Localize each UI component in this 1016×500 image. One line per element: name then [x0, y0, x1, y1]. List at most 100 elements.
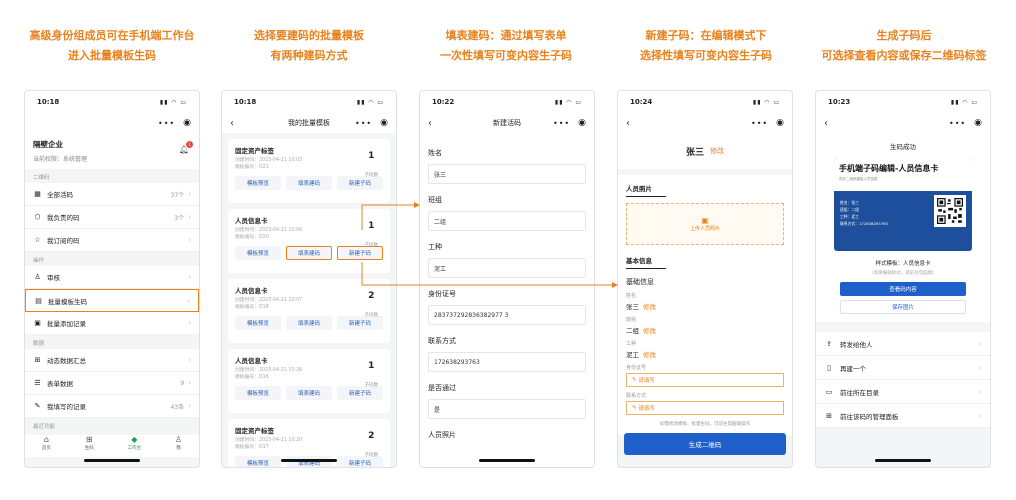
more-icon[interactable]: •••	[355, 119, 372, 128]
field-input[interactable]: 是	[428, 399, 586, 419]
template-card[interactable]: 固定资产标签 创建时间：2023-04-21 10:03 模板编号：D21 1 子码数模…	[228, 139, 390, 203]
form-create-button[interactable]: 填表建码	[286, 176, 332, 190]
back-icon[interactable]: ‹	[824, 118, 828, 129]
template-card[interactable]: 人员信息卡 创建时间：2023-04-21 10:07 模板编号：D18 2 子码数 模板…	[228, 279, 390, 343]
more-icon[interactable]: •••	[949, 119, 966, 128]
menu-count: 43条	[170, 403, 185, 411]
signal-icon: ▮▮ ◠ ▭	[950, 98, 978, 106]
field-input[interactable]: 二组	[428, 211, 586, 231]
caption-line-2: 一次性填写可变内容生子码	[440, 49, 572, 62]
chevron-right-icon: ›	[188, 236, 191, 244]
generate-qr-button[interactable]: 生成二维码	[624, 433, 786, 455]
template-preview-button[interactable]: 模板预览	[235, 316, 281, 330]
field-input[interactable]: 张三	[428, 164, 586, 184]
count-value: 1	[368, 221, 375, 231]
label-row: 班组：二组	[840, 207, 859, 212]
menu-item[interactable]: ⊞ 动态数据汇总 ›	[25, 349, 199, 372]
form-create-button[interactable]: 填表建码	[286, 316, 332, 330]
action-item[interactable]: ▭ 前往所在目录 ›	[816, 380, 990, 404]
menu-item[interactable]: ☰ 表单数据 9 ›	[25, 372, 199, 395]
tab-item[interactable]: ⌂ 首页	[42, 435, 51, 457]
more-icon[interactable]: •••	[158, 119, 175, 128]
status-bar: 10:18 ▮▮ ◠ ▭	[222, 91, 396, 113]
count-unit: 子码数	[364, 173, 379, 178]
menu-count: 3个	[174, 214, 185, 222]
menu-item[interactable]: ▦ 全部活码 37个 ›	[25, 183, 199, 206]
edit-link[interactable]: 修改	[643, 327, 656, 335]
template-card[interactable]: 人员信息卡创建时间：2023-04-21 10:06 模板编号：D20 1 子码数模板…	[228, 209, 390, 273]
close-mini-icon[interactable]: ◉	[974, 118, 982, 128]
clock: 10:18	[234, 98, 257, 106]
template-preview-button[interactable]: 模板预览	[235, 246, 281, 260]
close-mini-icon[interactable]: ◉	[183, 118, 191, 128]
close-mini-icon[interactable]: ◉	[578, 118, 586, 128]
form-create-button[interactable]: 填表建码	[286, 456, 332, 467]
section-photo: 人员照片	[626, 183, 666, 197]
subcode-count: 1 子码数	[365, 221, 379, 250]
action-item[interactable]: ▯ 再建一个 ›	[816, 356, 990, 380]
bell-icon[interactable]: 🔔︎ 1	[179, 141, 193, 154]
tab-item[interactable]: ⊞ 生码	[85, 435, 94, 457]
field-input[interactable]: 泥工	[428, 258, 586, 278]
template-meta: 创建时间：2023-04-21 10:06 模板编号：D20	[235, 227, 383, 241]
fill-id-button[interactable]: ✎ 请填写	[626, 373, 784, 387]
menu-item[interactable]: ▣ 批量添加记录 ›	[25, 312, 199, 335]
nav-bar: ‹ 新建活码 ••• ◉	[420, 113, 594, 133]
phone-form: 10:22 ▮▮ ◠ ▭ ‹ 新建活码 ••• ◉ 姓名 张三 班组 二组 工种 泥工 身份…	[419, 90, 595, 468]
edit-link[interactable]: 修改	[643, 351, 656, 359]
template-name: 人员信息卡	[235, 217, 268, 225]
field-value-name: 张三 修改	[626, 301, 784, 311]
caption-line-1: 生成子码后	[876, 29, 932, 42]
menu-item[interactable]: ♙ 审核 ›	[25, 266, 199, 289]
edit-link[interactable]: 修改	[643, 303, 656, 311]
more-icon[interactable]: •••	[553, 119, 570, 128]
cube-icon: ⬡	[34, 213, 41, 221]
count-value: 1	[368, 361, 375, 371]
caption-line-2: 有两种建码方式	[270, 49, 348, 62]
field-value-trade: 泥工 修改	[626, 349, 784, 359]
template-meta: 创建时间：2023-04-21 10:03 模板编号：D21	[235, 157, 383, 171]
close-mini-icon[interactable]: ◉	[380, 118, 388, 128]
menu-item[interactable]: ⬡ 我负责的码 3个 ›	[25, 206, 199, 229]
created-time: 创建时间：2023-04-21 10:03	[235, 158, 303, 163]
menu-item[interactable]: ☆ 我订阅的码 ›	[25, 229, 199, 252]
template-preview-button[interactable]: 模板预览	[235, 386, 281, 400]
back-icon[interactable]: ‹	[428, 118, 432, 129]
back-icon[interactable]: ‹	[626, 118, 630, 129]
menu-label: 全部活码	[47, 191, 73, 199]
field-label: 班组	[428, 196, 442, 204]
record-body: 人员照片 ▣ 上传人员照片 基本信息 基础信息 姓名 张三 修改 班组 二组 修改 …	[618, 175, 792, 435]
count-unit: 子码数	[364, 383, 379, 388]
upload-photo-box[interactable]: ▣ 上传人员照片	[626, 203, 784, 245]
nav-bar: ‹ ••• ◉	[816, 113, 990, 133]
menu-item[interactable]: ▤ 批量模板生码 ›	[25, 289, 199, 312]
template-card[interactable]: 人员信息卡 创建时间：2023-04-21 10:26 模板编号：D16 1 子码数 模板…	[228, 349, 390, 413]
tab-item[interactable]: ◆ 工作台	[128, 435, 142, 457]
back-icon[interactable]: ‹	[230, 118, 234, 129]
action-item[interactable]: ⇪ 转发给他人 ›	[816, 332, 990, 356]
action-item[interactable]: ⊞ 前往该码的管理面板 ›	[816, 404, 990, 428]
template-preview-button[interactable]: 模板预览	[235, 176, 281, 190]
label-title: 手机端子码编辑-人员信息卡	[839, 164, 939, 173]
save-image-button[interactable]: 保存图片	[840, 300, 966, 314]
edit-name-link[interactable]: 修改	[710, 146, 724, 156]
field-input[interactable]: 172638293763	[428, 352, 586, 372]
created-time: 创建时间：2023-04-21 10:20	[235, 438, 303, 443]
phone-edit: 10:24 ▮▮ ◠ ▭ ‹ ••• ◉ 张三 修改 人员照片 ▣ 上传人员照片…	[617, 90, 793, 468]
template-preview-button[interactable]: 模板预览	[235, 456, 281, 467]
form-create-button[interactable]: 填表建码	[286, 386, 332, 400]
view-content-button[interactable]: 查看码内容	[840, 282, 966, 296]
chevron-right-icon: ›	[187, 296, 190, 305]
count-value: 1	[368, 151, 375, 161]
image-icon: ▣	[701, 216, 709, 225]
field-input[interactable]: 283737292836382977 3	[428, 305, 586, 325]
more-icon[interactable]: •••	[751, 119, 768, 128]
home-indicator	[875, 459, 931, 462]
tab-label: 我	[176, 446, 181, 451]
tab-item[interactable]: ♙ 我	[175, 435, 182, 457]
chevron-right-icon: ›	[188, 379, 191, 387]
close-mini-icon[interactable]: ◉	[776, 118, 784, 128]
menu-item[interactable]: ✎ 我填写的记录 43条 ›	[25, 395, 199, 418]
form-create-button[interactable]: 填表建码	[286, 246, 332, 260]
fill-contact-button[interactable]: ✎ 请填写	[626, 401, 784, 415]
